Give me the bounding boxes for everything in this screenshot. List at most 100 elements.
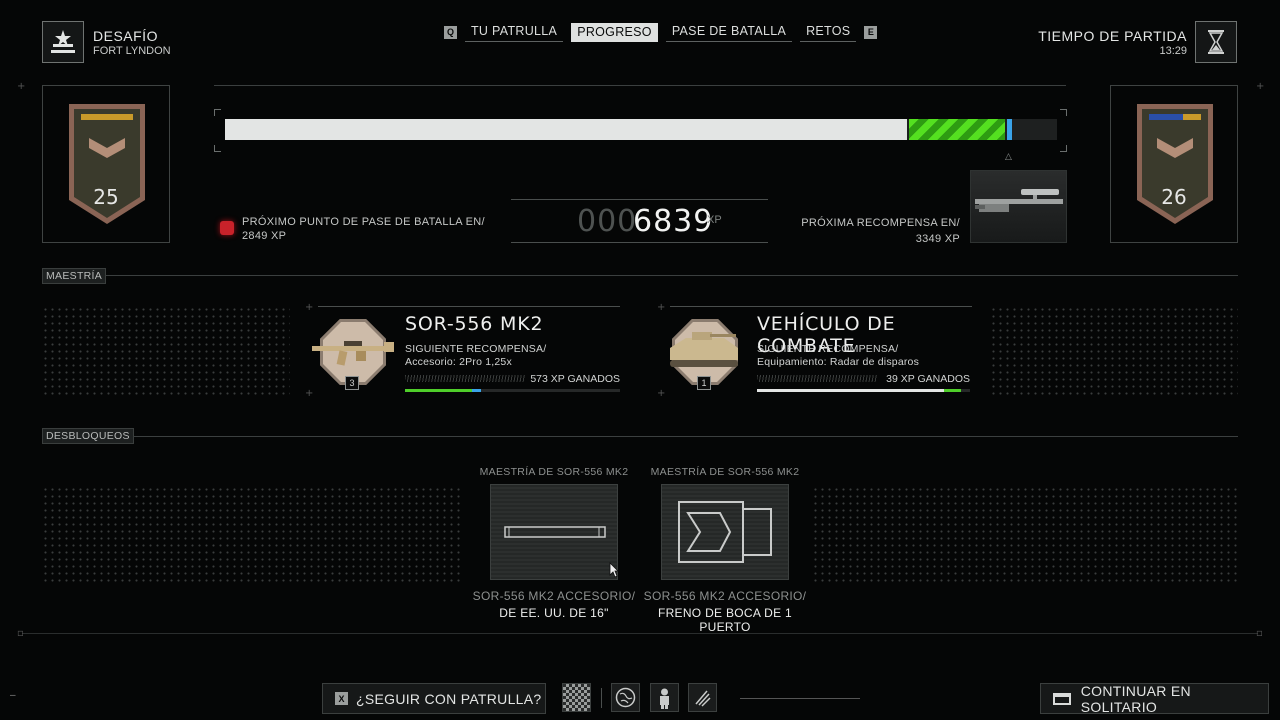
- unlock-name-line1: SOR-556 MK2 ACCESORIO/: [643, 589, 807, 603]
- vehicle-mastery-bar: [757, 389, 970, 392]
- bar-bracket: [214, 109, 221, 116]
- xp-counter: 000 6839 XP: [511, 199, 768, 243]
- bar-bracket: [1060, 109, 1067, 116]
- tab-progreso[interactable]: PROGRESO: [571, 22, 658, 42]
- corner-square: ▫: [1256, 628, 1263, 639]
- battle-pass-icon: [220, 221, 234, 235]
- card-top-line: [318, 306, 620, 307]
- unlock-category: MAESTRÍA DE SOR-556 MK2: [479, 466, 629, 478]
- rank-progress-bar: [225, 119, 1057, 140]
- rank-progress-gain: [909, 119, 1005, 140]
- next-reward-rifle-image: [970, 170, 1067, 243]
- weapon-next-reward-label: SIGUIENTE RECOMPENSA/: [405, 343, 547, 355]
- mouse-cursor-icon: [609, 562, 619, 578]
- dot-field-right-unlocks: [812, 486, 1238, 582]
- rank-progress-fill: [225, 119, 908, 140]
- unlock-name-line2: FRENO DE BOCA DE 1 PUERTO: [657, 606, 793, 634]
- mode-title: DESAFÍO: [93, 28, 158, 44]
- key-q-hint: Q: [444, 25, 457, 39]
- vehicle-next-reward-item: Equipamiento: Radar de disparos: [757, 356, 920, 368]
- unlock-name-line2: DE EE. UU. DE 16": [499, 606, 609, 620]
- weapon-mastery-gain: [471, 389, 482, 392]
- battle-pass-line1: PRÓXIMO PUNTO DE PASE DE BATALLA EN/: [242, 216, 485, 228]
- dot-field-left-mastery: [42, 306, 290, 396]
- rank-progress-marker: [1006, 119, 1012, 140]
- xp-value: 6839: [633, 204, 714, 239]
- next-reward-line2: 3349 XP: [915, 233, 960, 245]
- continue-with-squad-button[interactable]: X ¿SEGUIR CON PATRULLA?: [322, 683, 546, 714]
- unlock-category: MAESTRÍA DE SOR-556 MK2: [650, 466, 800, 478]
- next-rank-panel: 26: [1110, 85, 1238, 243]
- header-divider: [214, 85, 1066, 86]
- unlocks-divider: [128, 436, 1238, 437]
- corner-plus: +: [305, 388, 314, 399]
- weapon-mastery-level: 3: [345, 376, 359, 390]
- key-x-hint: X: [335, 692, 348, 705]
- corner-plus: +: [657, 388, 666, 399]
- weapon-mastery-title: SOR-556 MK2: [405, 313, 544, 335]
- bar-bracket: [1060, 145, 1067, 152]
- vehicle-next-reward-label: SIGUIENTE RECOMPENSA/: [757, 343, 899, 355]
- vehicle-xp-hatch: [757, 375, 877, 382]
- current-rank-panel: 25: [42, 85, 170, 243]
- footer-separator: [601, 688, 602, 708]
- weapon-mastery-fill: [405, 389, 472, 392]
- unlock-card: [490, 484, 618, 580]
- corner-plus: +: [1256, 81, 1265, 92]
- scratch-icon[interactable]: [688, 683, 717, 712]
- key-e-hint: E: [864, 25, 878, 39]
- weapon-next-reward-item: Accesorio: 2Pro 1,25x: [405, 356, 512, 368]
- combat-vehicle-icon: [670, 332, 738, 367]
- mastery-card-weapon[interactable]: 3 SOR-556 MK2 SIGUIENTE RECOMPENSA/ Acce…: [312, 306, 620, 398]
- barrel-icon: [504, 526, 606, 538]
- xp-leading-zeros: 000: [577, 204, 638, 239]
- tab-retos[interactable]: RETOS: [800, 22, 857, 42]
- unlock-card: [661, 484, 789, 580]
- vehicle-mastery-gain: [944, 389, 962, 392]
- next-rank-number: 26: [1161, 185, 1187, 209]
- mode-icon: [42, 21, 84, 63]
- mastery-section-label: MAESTRÍA: [42, 268, 107, 284]
- unlock-item-muzzle-brake[interactable]: MAESTRÍA DE SOR-556 MK2 SOR-556 MK2 ACCE…: [644, 464, 806, 634]
- assault-rifle-icon: [312, 341, 394, 366]
- hourglass-icon: [1195, 21, 1237, 63]
- match-time-title: TIEMPO DE PARTIDA: [1038, 28, 1187, 44]
- match-time-value: 13:29: [1159, 45, 1187, 57]
- footer-dash: –: [10, 690, 16, 701]
- footer-divider: [740, 698, 860, 699]
- battle-pass-line2: 2849 XP: [242, 230, 287, 242]
- continue-solo-button[interactable]: CONTINUAR EN SOLITARIO: [1040, 682, 1269, 715]
- vehicle-mastery-level: 1: [697, 376, 711, 390]
- xp-unit: XP: [707, 214, 722, 226]
- muzzle-brake-icon: [678, 501, 772, 563]
- continue-with-squad-label: ¿SEGUIR CON PATRULLA?: [356, 690, 542, 707]
- card-top-line: [670, 306, 972, 307]
- corner-plus: +: [657, 302, 666, 313]
- mastery-divider: [104, 275, 1238, 276]
- soldier-icon[interactable]: [650, 683, 679, 712]
- keyboard-key-icon: [1053, 692, 1071, 705]
- corner-plus: +: [17, 81, 26, 92]
- vehicle-mastery-fill: [757, 389, 945, 392]
- qr-code-icon[interactable]: [562, 683, 591, 712]
- map-name: FORT LYNDON: [93, 45, 171, 57]
- weapon-xp-hatch: [405, 375, 525, 382]
- current-rank-number: 25: [93, 185, 119, 209]
- weapon-mastery-bar: [405, 389, 620, 392]
- unlock-item-barrel[interactable]: MAESTRÍA DE SOR-556 MK2 SOR-556 MK2 ACCE…: [473, 464, 635, 624]
- tab-tu-patrulla[interactable]: TU PATRULLA: [465, 22, 564, 42]
- unlock-name-line1: SOR-556 MK2 ACCESORIO/: [472, 589, 636, 603]
- bar-bracket: [214, 145, 221, 152]
- vehicle-xp-earned: 39 XP GANADOS: [886, 373, 970, 385]
- mastery-card-vehicle[interactable]: 1 VEHÍCULO DE COMBATE SIGUIENTE RECOMPEN…: [670, 306, 972, 398]
- dot-field-right-mastery: [990, 306, 1238, 396]
- dot-field-left-unlocks: [42, 486, 462, 582]
- tab-pase-de-batalla[interactable]: PASE DE BATALLA: [665, 22, 793, 42]
- tab-bar: Q TU PATRULLA PROGRESO PASE DE BATALLA R…: [444, 22, 878, 42]
- unlocks-section-label: DESBLOQUEOS: [42, 428, 134, 444]
- triangle-marker-icon: △: [1005, 152, 1012, 162]
- corner-plus: +: [305, 302, 314, 313]
- continue-solo-label: CONTINUAR EN SOLITARIO: [1080, 682, 1191, 715]
- globe-icon[interactable]: [611, 683, 640, 712]
- weapon-xp-earned: 573 XP GANADOS: [530, 373, 620, 385]
